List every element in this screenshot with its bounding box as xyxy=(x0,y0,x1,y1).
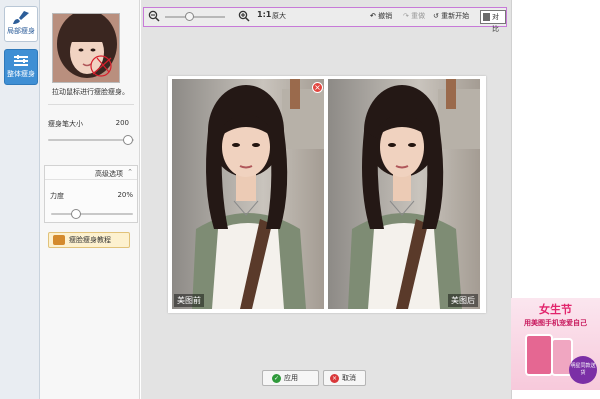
promo-title: 女生节 xyxy=(539,303,572,316)
check-icon: ✓ xyxy=(272,374,281,383)
view-toolbar: 1:1 原大 ↶ 撤销 ↷ 重做 ↺ 重新开始 对比 xyxy=(143,7,507,33)
cancel-button[interactable]: × 取消 xyxy=(323,370,366,386)
brush-size-value: 200 xyxy=(115,119,129,127)
brush-size-label: 瘦身笔大小 xyxy=(48,120,83,128)
zoom-in-icon[interactable] xyxy=(238,10,250,24)
compare-label: 对比 xyxy=(492,13,499,33)
phone-image xyxy=(525,334,553,376)
close-preview-icon[interactable]: × xyxy=(312,82,323,93)
apply-label: 应用 xyxy=(284,374,298,382)
strength-label: 力度 xyxy=(50,192,64,200)
settings-panel: 拉动鼠标进行瘦脸瘦身。 瘦身笔大小 200 高级选项 ⌃ 力度 20% 瘦脸瘦身… xyxy=(40,0,140,399)
actual-size-button[interactable]: 原大 xyxy=(272,11,286,21)
redo-icon: ↷ xyxy=(403,12,409,20)
compare-icon xyxy=(483,13,490,21)
apply-button[interactable]: ✓ 应用 xyxy=(262,370,319,386)
zoom-slider-handle[interactable] xyxy=(185,12,195,21)
example-thumbnail xyxy=(52,13,120,83)
slim-tutorial-label: 瘦脸瘦身教程 xyxy=(69,236,111,244)
thumbnail-caption: 拉动鼠标进行瘦脸瘦身。 xyxy=(52,88,129,96)
reset-label: 重新开始 xyxy=(441,12,470,20)
divider xyxy=(48,104,134,105)
promo-banner[interactable]: 女生节 用美图手机宠爱自己 明星同款送货 xyxy=(511,298,600,390)
before-photo: 美图前 xyxy=(172,79,324,309)
redo-button[interactable]: ↷ 重做 xyxy=(403,11,425,21)
cancel-label: 取消 xyxy=(342,374,356,382)
strength-slider[interactable] xyxy=(51,213,133,215)
brush-size-slider[interactable] xyxy=(48,139,134,141)
advanced-options-header[interactable]: 高级选项 ⌃ xyxy=(45,166,137,180)
strength-value: 20% xyxy=(117,191,133,199)
after-label: 美图后 xyxy=(448,294,478,307)
chevron-up-icon[interactable]: ⌃ xyxy=(127,168,133,176)
strength-slider-handle[interactable] xyxy=(70,209,81,219)
zoom-out-icon[interactable] xyxy=(148,10,160,24)
brush-icon xyxy=(5,7,37,27)
after-photo: 美图后 xyxy=(328,79,480,309)
reset-button[interactable]: ↺ 重新开始 xyxy=(433,11,469,21)
actual-size-ratio[interactable]: 1:1 xyxy=(257,10,271,19)
tool-sidebar: 局部瘦身 整体瘦身 xyxy=(0,0,40,399)
sidebar-item-overall-slim[interactable]: 整体瘦身 xyxy=(4,49,38,85)
comparison-frame: 美图前 美图后 xyxy=(168,76,486,313)
undo-button[interactable]: ↶ 撤销 xyxy=(370,11,392,21)
close-icon: × xyxy=(330,374,339,383)
advanced-options-box: 高级选项 ⌃ 力度 20% xyxy=(44,165,138,223)
sidebar-item-local-slim[interactable]: 局部瘦身 xyxy=(4,6,38,42)
redo-label: 重做 xyxy=(411,12,426,20)
sliders-icon xyxy=(5,50,37,70)
slim-tutorial-button[interactable]: 瘦脸瘦身教程 xyxy=(48,232,130,248)
undo-icon: ↶ xyxy=(370,12,376,20)
reset-icon: ↺ xyxy=(433,12,439,20)
compare-toggle[interactable]: 对比 xyxy=(480,10,506,33)
promo-subtitle: 用美图手机宠爱自己 xyxy=(524,319,587,327)
brush-size-slider-handle[interactable] xyxy=(123,135,133,145)
tutorial-box-icon xyxy=(53,235,65,245)
promo-badge: 明星同款送货 xyxy=(569,356,597,384)
undo-label: 撤销 xyxy=(378,12,393,20)
zoom-slider[interactable] xyxy=(165,16,225,18)
sidebar-item-label: 局部瘦身 xyxy=(7,27,35,35)
advanced-options-title: 高级选项 xyxy=(95,170,123,178)
sidebar-item-label: 整体瘦身 xyxy=(7,70,35,78)
before-label: 美图前 xyxy=(174,294,204,307)
